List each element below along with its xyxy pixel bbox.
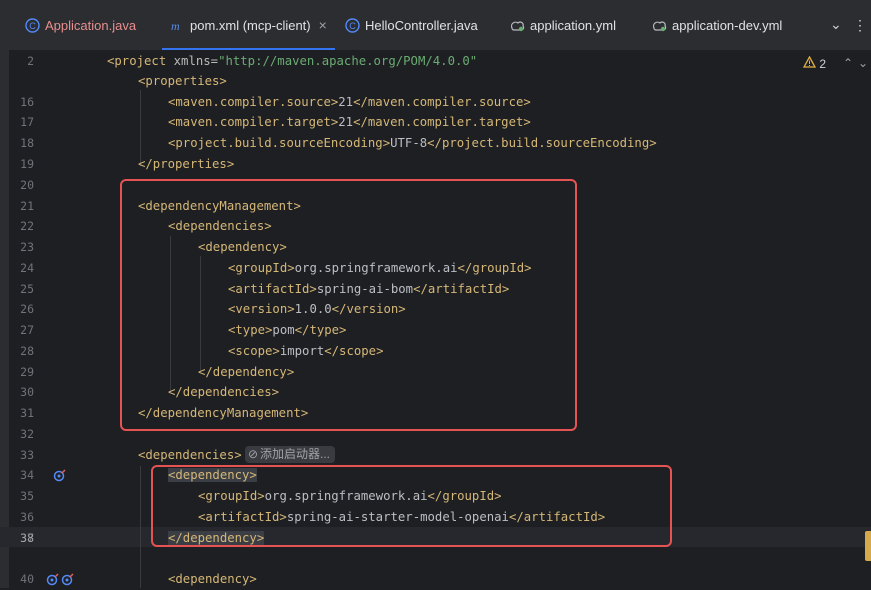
line-number: 24 xyxy=(20,261,34,275)
more-vertical-icon[interactable]: ⋮ xyxy=(853,17,867,34)
code-line-17[interactable]: <maven.compiler.source>21</maven.compile… xyxy=(168,92,531,112)
code-line-20[interactable]: </properties> xyxy=(138,154,234,174)
yaml-config-icon xyxy=(652,18,667,33)
line-number: 23 xyxy=(20,240,34,254)
line-number: 35 xyxy=(20,489,34,503)
tab-label: HelloController.java xyxy=(365,17,478,33)
chevron-down-icon[interactable]: ⌄ xyxy=(830,16,842,33)
code-line-16[interactable]: <properties> xyxy=(138,71,227,91)
tab-hellocontroller-java[interactable]: C HelloController.java xyxy=(345,0,478,50)
yaml-config-icon xyxy=(510,18,525,33)
line-number: 2 xyxy=(27,54,34,68)
line-number: 40 xyxy=(20,572,34,586)
java-class-icon: C xyxy=(345,17,360,33)
scrollbar-marker[interactable] xyxy=(865,531,871,561)
tab-application-yml[interactable]: application.yml xyxy=(510,0,616,50)
line-number: 36 xyxy=(20,510,34,524)
previous-highlight-icon[interactable]: ⌃ xyxy=(843,56,853,70)
svg-text:m: m xyxy=(171,19,180,33)
line-number: 25 xyxy=(20,282,34,296)
dependency-gutter-icon[interactable] xyxy=(53,467,67,486)
inspection-warnings[interactable]: 2 xyxy=(803,55,826,71)
code-line-40[interactable]: <dependency> xyxy=(168,569,257,589)
tab-application-dev-yml[interactable]: application-dev.yml xyxy=(652,0,782,50)
annotation-box-starter-dependency xyxy=(151,465,672,547)
next-highlight-icon[interactable]: ⌄ xyxy=(858,56,868,70)
tab-label: Application.java xyxy=(45,17,137,33)
add-starter-hint[interactable]: ⊘ 添加启动器... xyxy=(245,446,336,463)
close-icon[interactable]: × xyxy=(319,17,327,33)
line-number: 30 xyxy=(20,385,34,399)
line-number: 26 xyxy=(20,302,34,316)
add-starter-hint-label: 添加启动器... xyxy=(260,447,331,461)
java-class-icon: C xyxy=(25,17,40,33)
code-line-19[interactable]: <project.build.sourceEncoding>UTF-8</pro… xyxy=(168,133,657,153)
warning-count: 2 xyxy=(819,56,826,71)
dependency-gutter-icon[interactable] xyxy=(46,571,60,590)
tab-label: application-dev.yml xyxy=(672,17,783,33)
line-number: 18 xyxy=(20,136,34,150)
line-number: 32 xyxy=(20,427,34,441)
tab-label: pom.xml (mcp-client) xyxy=(190,17,311,33)
line-number: 31 xyxy=(20,406,34,420)
line-number: 17 xyxy=(20,115,34,129)
line-number: 21 xyxy=(20,199,34,213)
line-number: 16 xyxy=(20,95,34,109)
line-number: 34 xyxy=(20,468,34,482)
indent-guide xyxy=(140,466,141,588)
annotation-box-dependency-management xyxy=(120,179,577,431)
line-number: 19 xyxy=(20,157,34,171)
svg-text:C: C xyxy=(349,21,356,31)
tab-application-java[interactable]: C Application.java xyxy=(25,0,136,50)
link-icon: ⊘ xyxy=(248,447,259,461)
tab-label: application.yml xyxy=(530,17,616,33)
line-number: 28 xyxy=(20,344,34,358)
svg-text:C: C xyxy=(29,21,36,31)
line-number: 20 xyxy=(20,178,34,192)
code-line-18[interactable]: <maven.compiler.target>21</maven.compile… xyxy=(168,112,531,132)
code-line-2[interactable]: <project xmlns="http://maven.apache.org/… xyxy=(107,51,477,71)
line-number: 27 xyxy=(20,323,34,337)
line-number: 33 xyxy=(20,448,34,462)
code-line-34[interactable]: <dependencies> xyxy=(138,445,242,465)
line-number: 22 xyxy=(20,219,34,233)
warning-icon xyxy=(803,55,817,71)
line-number: 29 xyxy=(20,365,34,379)
editor-tab-bar: C Application.java m pom.xml (mcp-client… xyxy=(0,0,871,51)
dependency-gutter-icon[interactable] xyxy=(61,571,75,590)
maven-icon: m xyxy=(170,18,185,33)
tab-pom-xml[interactable]: m pom.xml (mcp-client) × xyxy=(162,0,335,50)
line-number-current: 38 xyxy=(20,531,34,545)
